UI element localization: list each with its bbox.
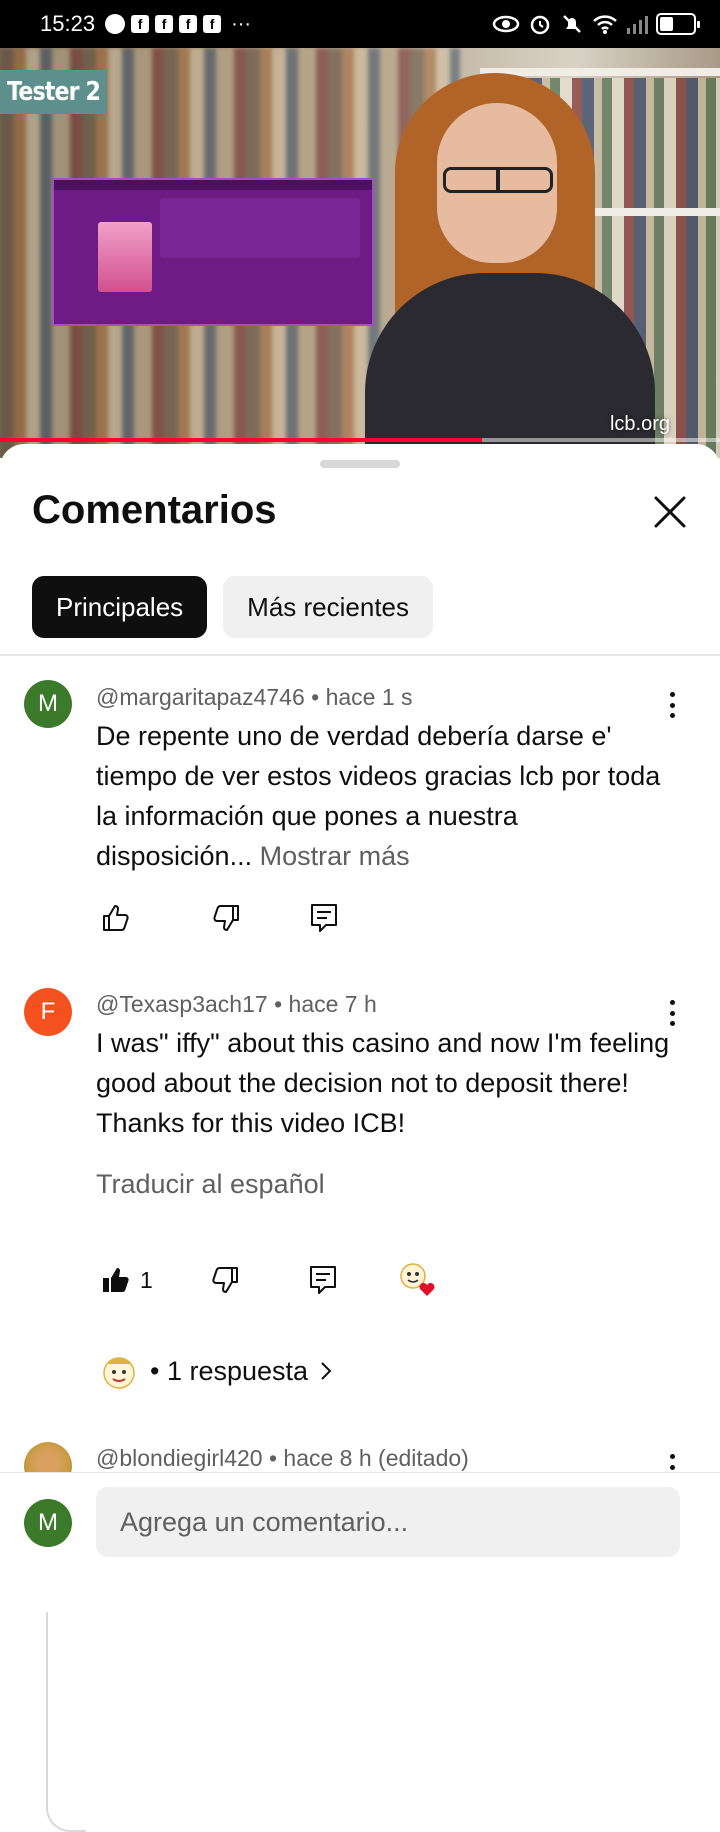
close-icon (654, 496, 686, 528)
chevron-right-icon (321, 1362, 332, 1380)
reply-comment-icon (309, 1266, 336, 1294)
eye-icon (492, 15, 520, 33)
comment-text: De repente uno de verdad debería darse e… (96, 716, 676, 876)
status-time: 15:23 (40, 11, 96, 36)
battery-icon (656, 13, 700, 35)
dislike-button[interactable] (205, 1260, 245, 1300)
comment-actions: 1 (96, 1260, 437, 1300)
comment-author[interactable]: @margaritapaz4746 (96, 684, 305, 710)
like-button[interactable] (96, 1260, 136, 1300)
like-count: 1 (140, 1266, 153, 1293)
divider (0, 654, 720, 656)
translate-link[interactable]: Traducir al español (96, 1169, 325, 1200)
replies-count: • 1 respuesta (150, 1355, 309, 1386)
thumbs-down-icon (213, 905, 239, 931)
casino-screenshot (52, 178, 374, 326)
chip-principales[interactable]: Principales (32, 576, 208, 638)
comment-author[interactable]: @Texasp3ach17 (96, 991, 268, 1017)
replies-toggle[interactable]: • 1 respuesta (98, 1350, 334, 1392)
messenger-icon (105, 14, 126, 34)
alarm-icon (530, 15, 550, 35)
bell-off-icon (563, 15, 581, 33)
comment-meta: @blondiegirl420 • hace 8 h (editado) (96, 1445, 469, 1472)
reply-button[interactable] (304, 898, 344, 938)
presenter (365, 73, 685, 458)
close-button[interactable] (648, 490, 692, 534)
comment-time: hace 8 h (editado) (283, 1445, 469, 1471)
facebook-icon: f (179, 15, 198, 33)
battery-level (660, 17, 673, 31)
video-watermark: lcb.org (609, 413, 670, 435)
status-bar: 15:23 f f f f ··· (0, 0, 720, 48)
reply-button[interactable] (303, 1260, 343, 1300)
avatar-letter: F (40, 998, 56, 1025)
meta-separator: • (311, 684, 326, 710)
creator-avatar (98, 1350, 140, 1392)
facebook-icon: f (155, 15, 174, 33)
comment-text: I was" iffy" about this casino and now I… (96, 1028, 670, 1138)
signal-icon (627, 16, 648, 34)
comments-sheet: Comentarios Principales Más recientes M … (0, 444, 720, 1832)
notification-icons: f f f f ··· (105, 13, 251, 36)
comment-actions (96, 898, 344, 938)
thumbs-down-icon (212, 1267, 238, 1293)
reply-comment-icon (311, 904, 337, 932)
creator-heart-badge (397, 1260, 437, 1300)
more-notifications-icon: ··· (231, 12, 252, 35)
comment-composer: M (0, 1472, 720, 1612)
creator-heart-icon (400, 1263, 435, 1296)
wifi-icon (593, 15, 617, 34)
video-progress-fill (0, 438, 483, 442)
show-more-link[interactable]: Mostrar más (260, 841, 410, 871)
sheet-title: Comentarios (32, 488, 277, 532)
like-button[interactable] (96, 898, 136, 938)
avatar-letter: M (38, 1509, 58, 1536)
avatar-letter: M (38, 690, 58, 717)
comment-time: hace 1 s (325, 684, 413, 710)
chip-mas-recientes[interactable]: Más recientes (223, 576, 434, 638)
system-icons (492, 12, 700, 36)
mascot-icon (103, 1357, 135, 1389)
thumbs-up-filled-icon (103, 1268, 129, 1292)
add-comment-input[interactable] (96, 1487, 680, 1557)
avatar[interactable]: F (24, 988, 72, 1036)
facebook-icon: f (131, 15, 150, 33)
video-player[interactable]: Tester 2 lcb.org (0, 48, 720, 458)
thumbs-up-icon (103, 905, 129, 931)
facebook-icon: f (203, 15, 222, 33)
comment-time: hace 7 h (288, 991, 377, 1017)
video-badge: Tester 2 (0, 70, 108, 114)
comment-meta: @margaritapaz4746 • hace 1 s (96, 684, 413, 711)
sort-chips: Principales Más recientes (32, 576, 434, 638)
video-progress-bar[interactable] (0, 438, 720, 442)
avatar[interactable]: M (24, 680, 72, 728)
user-avatar[interactable]: M (24, 1499, 72, 1547)
comment-meta: @Texasp3ach17 • hace 7 h (96, 991, 377, 1018)
meta-separator: • (274, 991, 289, 1017)
meta-separator: • (268, 1445, 284, 1471)
comment-author[interactable]: @blondiegirl420 (96, 1445, 263, 1471)
drag-handle[interactable] (320, 460, 400, 468)
dislike-button[interactable] (206, 898, 246, 938)
